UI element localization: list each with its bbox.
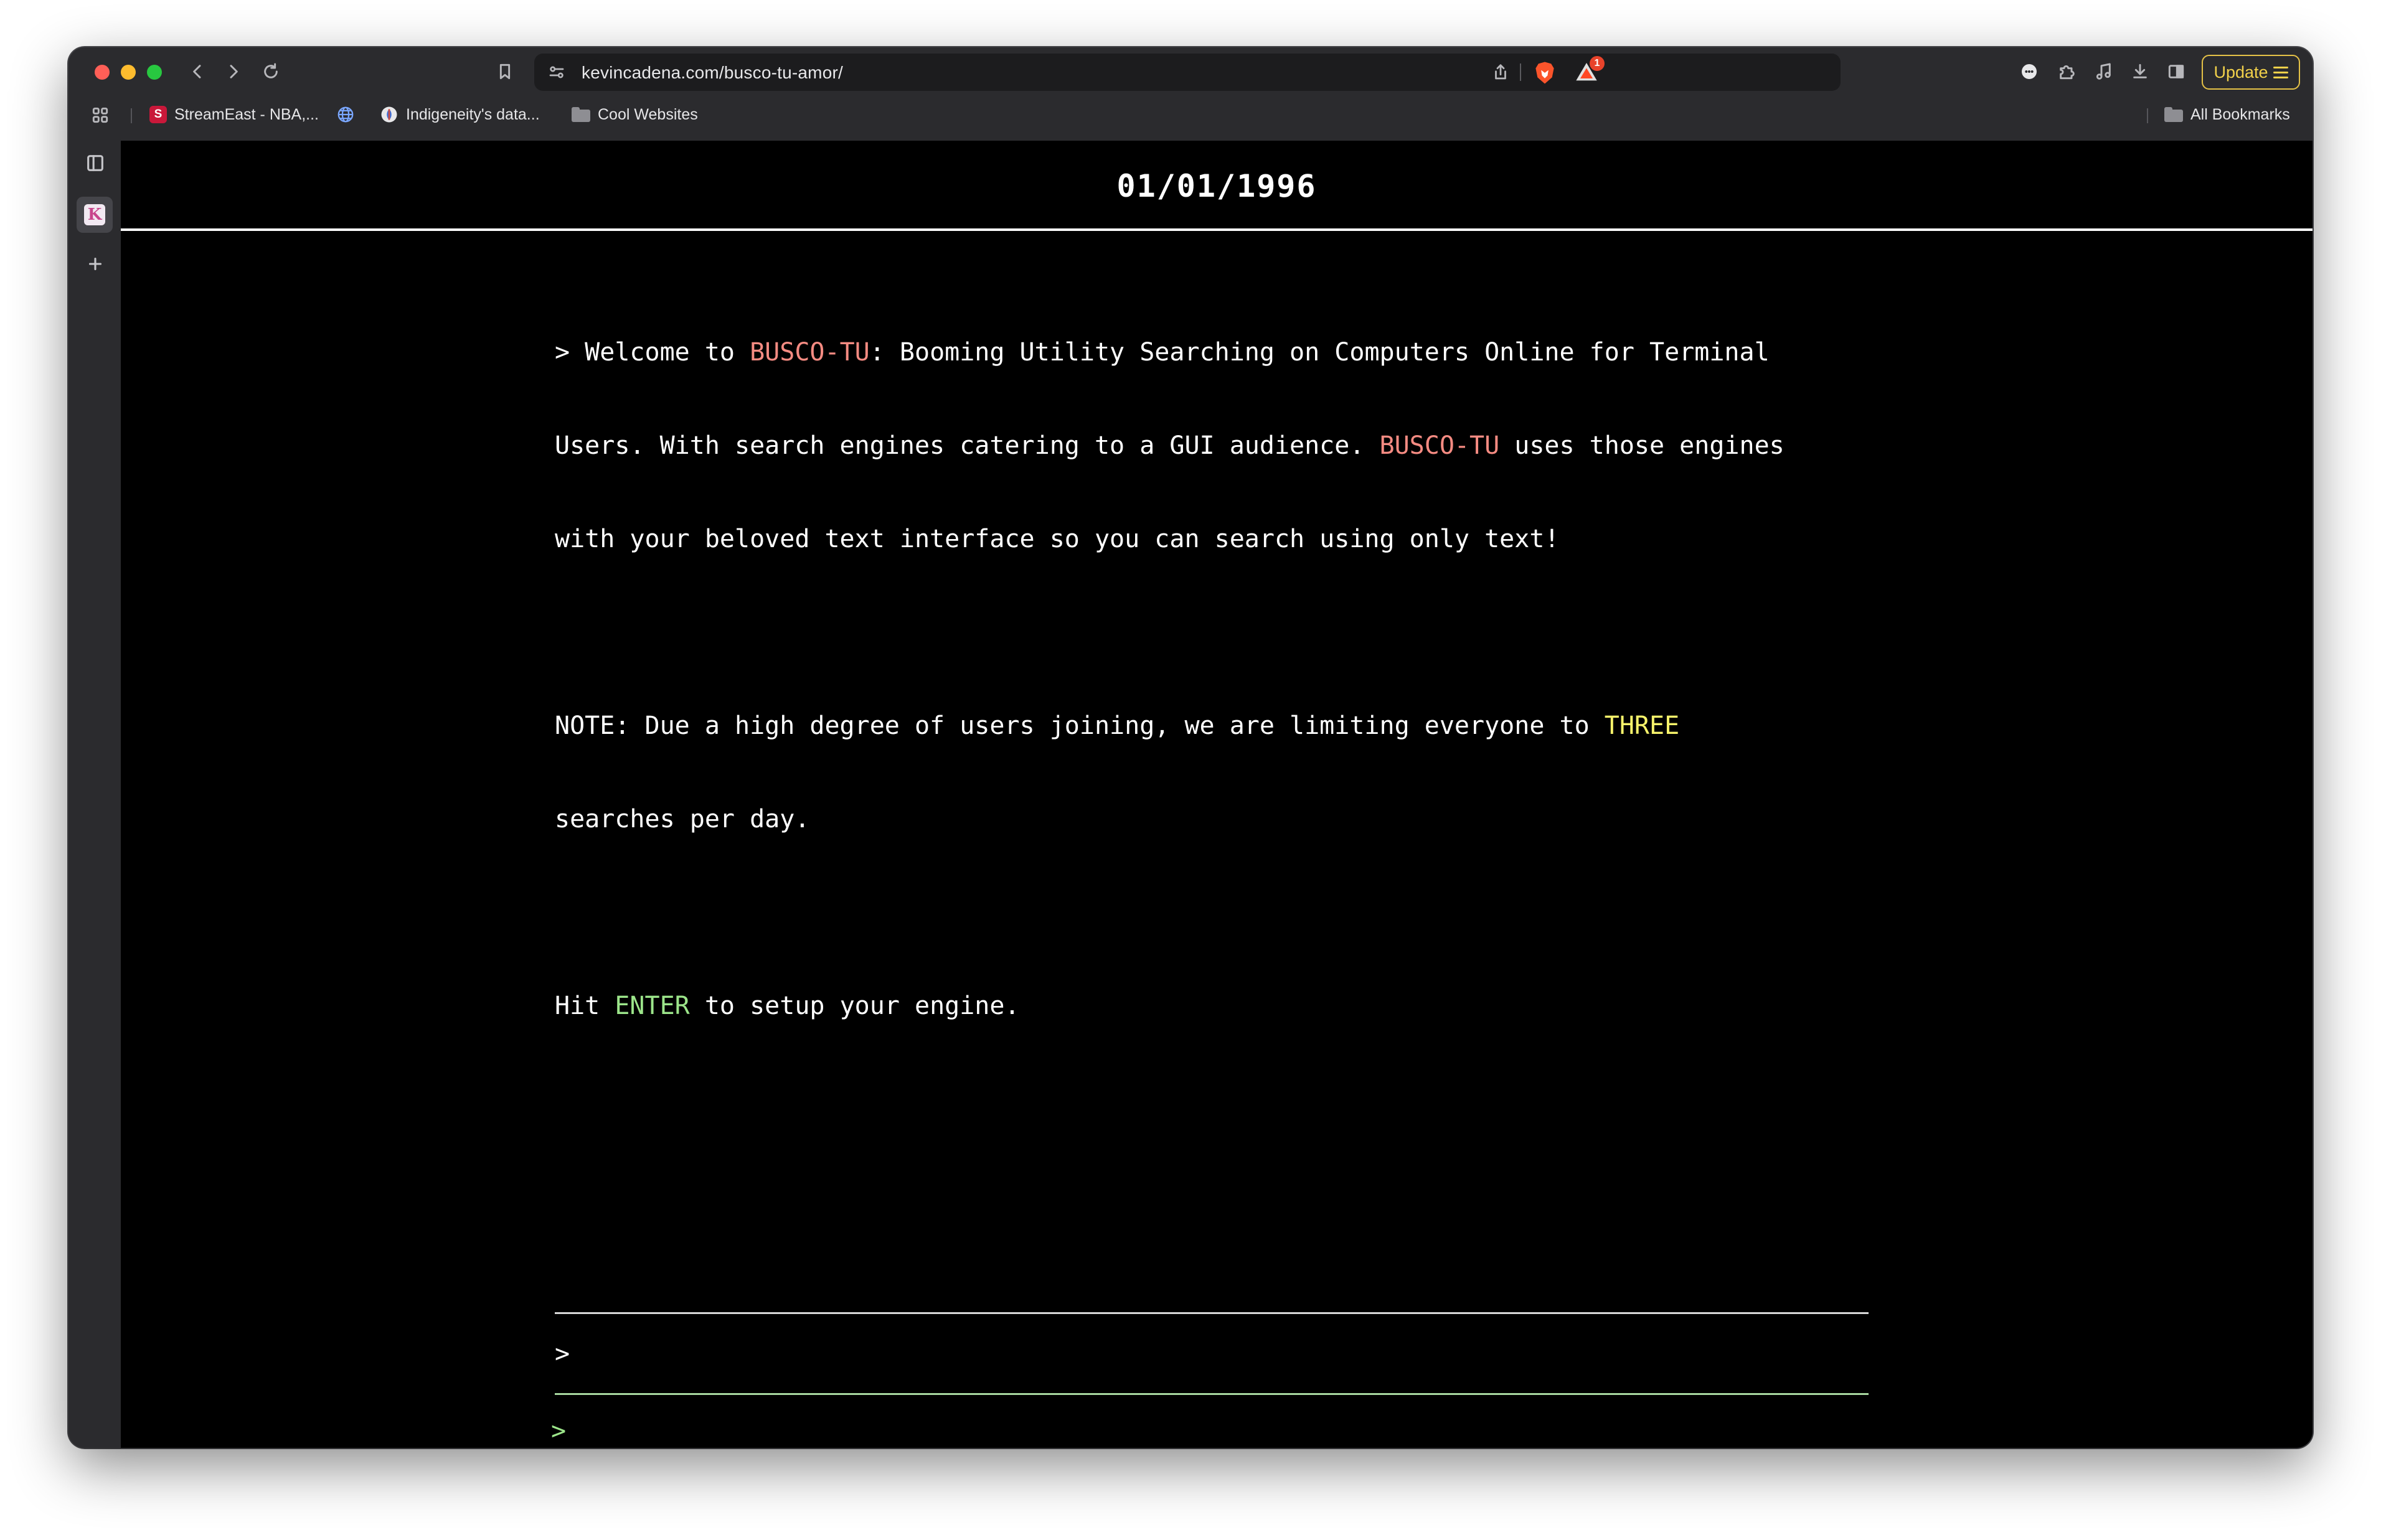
bookmark-folder-cool-websites[interactable]: Cool Websites <box>572 102 698 127</box>
note-line-2: searches per day. <box>555 805 810 833</box>
sidebar-toggle-button[interactable] <box>2163 59 2189 85</box>
bookmark-divider <box>131 108 132 123</box>
hint-text: to setup your engine. <box>689 992 1020 1020</box>
intro-text: uses those engines <box>1499 431 1785 460</box>
bookmark-globe[interactable] <box>336 102 355 127</box>
brand-name: BUSCO-TU <box>750 338 870 367</box>
note-line-1: NOTE: Due a high degree of users joining… <box>555 710 1925 741</box>
url-divider <box>1520 63 1521 81</box>
sidebar-item-kevincadena[interactable]: K <box>77 197 113 233</box>
sidebar-add-button[interactable] <box>82 250 109 278</box>
share-button[interactable] <box>1489 61 1512 83</box>
chat-bubble-icon <box>2022 64 2037 79</box>
folder-icon <box>572 107 590 122</box>
bookmark-page-button[interactable] <box>492 59 518 85</box>
reload-icon <box>264 63 278 78</box>
bookmark-indigeneity[interactable]: Indigeneity's data... <box>380 102 540 127</box>
back-button[interactable] <box>184 59 210 85</box>
bookmark-divider <box>2147 108 2148 123</box>
update-button[interactable]: Update <box>2202 55 2300 90</box>
zoom-window-button[interactable] <box>147 65 162 80</box>
sidebar-panel-icon <box>87 155 103 171</box>
plus-icon <box>88 257 102 271</box>
note-highlight: THREE <box>1604 711 1680 740</box>
media-button[interactable] <box>2091 59 2117 85</box>
bookmark-label: StreamEast - NBA,... <box>174 105 319 123</box>
web-page: 01/01/1996 > Welcome to BUSCO-TU: Boomin… <box>121 141 2313 1448</box>
bookmark-label: Indigeneity's data... <box>406 105 540 123</box>
all-bookmarks-label: All Bookmarks <box>2190 105 2290 123</box>
brand-name: BUSCO-TU <box>1379 431 1500 460</box>
leo-ai-button[interactable] <box>2016 59 2042 85</box>
intro-text: Users. With search engines catering to a… <box>555 431 1380 460</box>
output-prompt: > <box>555 1340 570 1368</box>
music-note-icon <box>2096 63 2111 80</box>
puzzle-icon <box>2060 65 2075 80</box>
notification-badge: 1 <box>1590 56 1605 71</box>
all-bookmarks-button[interactable]: All Bookmarks <box>2164 102 2290 127</box>
minimize-window-button[interactable] <box>121 65 136 80</box>
sidebar-panel-icon <box>2168 65 2184 78</box>
intro-text: > Welcome to <box>555 338 750 367</box>
page-header: 01/01/1996 <box>121 141 2313 231</box>
download-icon <box>2133 63 2147 78</box>
share-icon <box>1495 64 1506 80</box>
extensions-button[interactable] <box>2053 59 2080 85</box>
intro-line-2: Users. With search engines catering to a… <box>555 430 1925 461</box>
grid-icon <box>92 107 108 123</box>
k-logo-icon: K <box>84 204 105 225</box>
downloads-button[interactable] <box>2127 59 2153 85</box>
folder-icon <box>2164 107 2183 122</box>
sidebar-panel-button[interactable] <box>82 149 109 177</box>
close-window-button[interactable] <box>95 65 110 80</box>
enter-key-label: ENTER <box>615 992 690 1020</box>
intro-text: : Booming Utility Searching on Computers… <box>869 338 1770 367</box>
terminal-output: > Welcome to BUSCO-TU: Booming Utility S… <box>555 275 1925 1084</box>
bookmark-icon <box>499 63 511 80</box>
tab-overview-button[interactable] <box>87 102 113 128</box>
bookmarks-bar: S StreamEast - NBA,... Indigeneity's dat… <box>68 96 2313 134</box>
output-divider <box>555 1312 1869 1314</box>
brave-shields-icon[interactable] <box>1534 61 1556 85</box>
note-text: NOTE: Due a high degree of users joining… <box>555 711 1605 740</box>
indigeneity-favicon <box>381 106 397 123</box>
reload-button[interactable] <box>258 59 284 85</box>
forward-button[interactable] <box>220 59 247 85</box>
bookmark-label: Cool Websites <box>598 105 698 123</box>
browser-window: kevincadena.com/busco-tu-amor/ 1 Update … <box>68 47 2313 1448</box>
window-controls <box>95 65 162 80</box>
url-text[interactable]: kevincadena.com/busco-tu-amor/ <box>582 63 843 83</box>
update-label: Update <box>2214 62 2268 82</box>
address-bar[interactable]: kevincadena.com/busco-tu-amor/ 1 <box>534 54 1841 91</box>
chevron-left-icon <box>193 65 201 78</box>
hint-line: Hit ENTER to setup your engine. <box>555 990 1925 1021</box>
hint-text: Hit <box>555 992 615 1020</box>
site-settings-icon[interactable] <box>545 61 568 83</box>
globe-icon <box>337 106 354 123</box>
page-title: 01/01/1996 <box>1116 168 1317 204</box>
streameast-favicon: S <box>149 106 167 123</box>
intro-line-1: > Welcome to BUSCO-TU: Booming Utility S… <box>555 337 1925 368</box>
bookmark-streameast[interactable]: S StreamEast - NBA,... <box>149 102 319 127</box>
command-input[interactable] <box>582 1413 1827 1445</box>
browser-toolbar: kevincadena.com/busco-tu-amor/ 1 <box>68 47 2313 96</box>
browser-sidebar: K <box>68 134 121 1448</box>
intro-line-3: with your beloved text interface so you … <box>555 525 1560 553</box>
input-prompt: > <box>551 1417 567 1445</box>
input-divider <box>555 1393 1869 1395</box>
hamburger-menu-icon <box>2273 66 2288 78</box>
chevron-right-icon <box>230 65 238 78</box>
